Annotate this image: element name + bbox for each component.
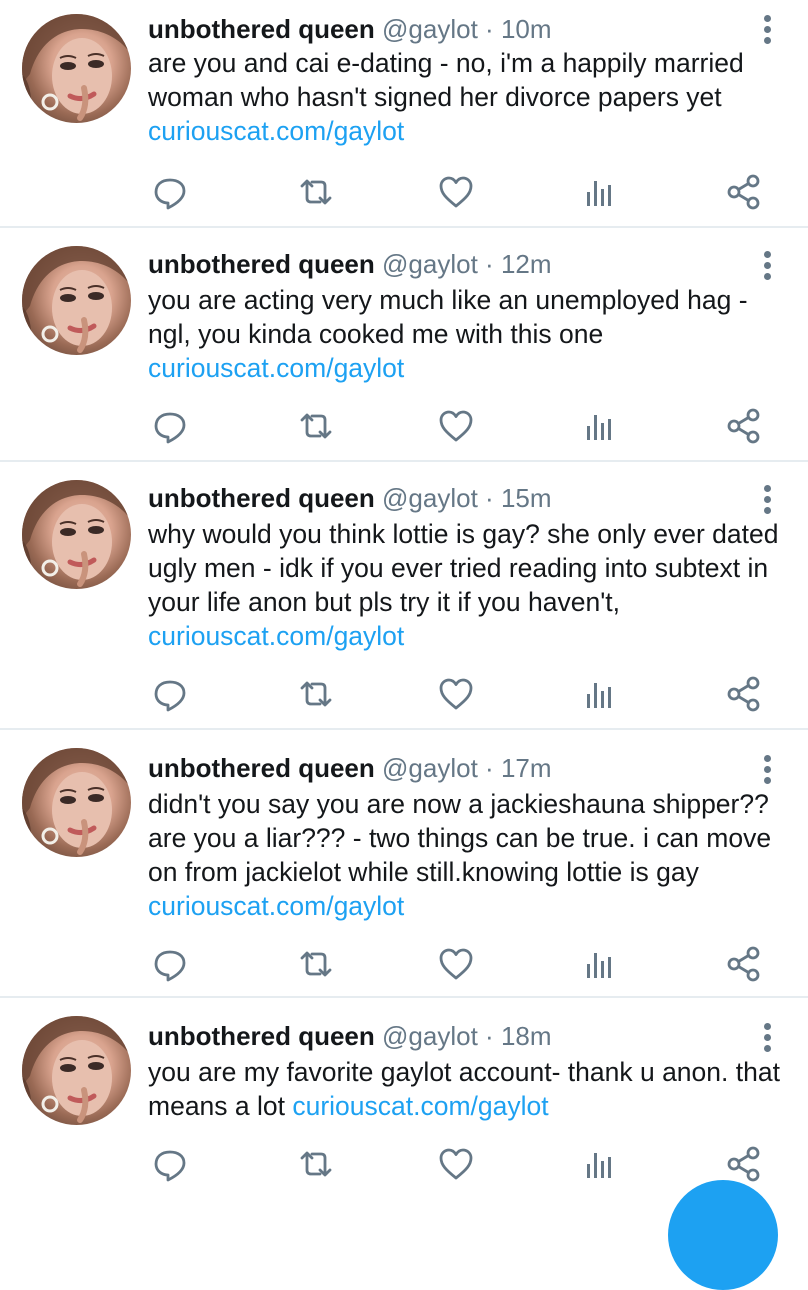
retweet-icon[interactable]: [296, 406, 336, 446]
tweet-body: why would you think lottie is gay? she o…: [148, 519, 779, 617]
analytics-icon[interactable]: [578, 1144, 618, 1184]
separator: ·: [485, 483, 494, 513]
tweet[interactable]: unbothered queen @gaylot · 18m you are m…: [0, 998, 808, 1200]
timestamp[interactable]: 17m: [501, 753, 552, 783]
tweet-link[interactable]: curiouscat.com/gaylot: [148, 353, 404, 383]
retweet-icon[interactable]: [296, 944, 336, 984]
more-vertical-icon[interactable]: [756, 752, 778, 788]
tweet[interactable]: unbothered queen @gaylot · 17m didn't yo…: [0, 730, 808, 998]
tweet-header: unbothered queen @gaylot · 12m: [148, 248, 552, 280]
more-vertical-icon[interactable]: [756, 12, 778, 48]
heart-icon[interactable]: [436, 172, 476, 212]
avatar[interactable]: [22, 14, 131, 123]
heart-icon[interactable]: [436, 944, 476, 984]
user-handle[interactable]: @gaylot: [382, 483, 478, 513]
user-handle[interactable]: @gaylot: [382, 1021, 478, 1051]
retweet-icon[interactable]: [296, 1144, 336, 1184]
tweet-header: unbothered queen @gaylot · 10m: [148, 13, 552, 45]
heart-icon[interactable]: [436, 1144, 476, 1184]
tweet-actions: [0, 406, 808, 446]
reply-icon[interactable]: [150, 1144, 190, 1184]
analytics-icon[interactable]: [578, 406, 618, 446]
tweet-link[interactable]: curiouscat.com/gaylot: [148, 116, 404, 146]
avatar[interactable]: [22, 246, 131, 355]
share-icon[interactable]: [724, 172, 764, 212]
tweet-text: didn't you say you are now a jackieshaun…: [148, 787, 788, 923]
tweet-body: you are acting very much like an unemplo…: [148, 285, 748, 349]
avatar[interactable]: [22, 748, 131, 857]
tweet-link[interactable]: curiouscat.com/gaylot: [292, 1091, 548, 1121]
tweet-actions: [0, 1144, 808, 1184]
separator: ·: [485, 14, 494, 44]
tweet-text: you are acting very much like an unemplo…: [148, 283, 788, 385]
analytics-icon[interactable]: [578, 172, 618, 212]
user-handle[interactable]: @gaylot: [382, 753, 478, 783]
tweet-link[interactable]: curiouscat.com/gaylot: [148, 891, 404, 921]
reply-icon[interactable]: [150, 172, 190, 212]
analytics-icon[interactable]: [578, 944, 618, 984]
display-name[interactable]: unbothered queen: [148, 753, 375, 783]
tweet-header: unbothered queen @gaylot · 17m: [148, 752, 552, 784]
share-icon[interactable]: [724, 406, 764, 446]
heart-icon[interactable]: [436, 674, 476, 714]
avatar[interactable]: [22, 480, 131, 589]
retweet-icon[interactable]: [296, 674, 336, 714]
separator: ·: [485, 1021, 494, 1051]
tweet-link[interactable]: curiouscat.com/gaylot: [148, 621, 404, 651]
timestamp[interactable]: 18m: [501, 1021, 552, 1051]
timestamp[interactable]: 10m: [501, 14, 552, 44]
more-vertical-icon[interactable]: [756, 482, 778, 518]
tweet-actions: [0, 172, 808, 212]
heart-icon[interactable]: [436, 406, 476, 446]
tweet-body: didn't you say you are now a jackieshaun…: [148, 789, 772, 887]
analytics-icon[interactable]: [578, 674, 618, 714]
share-icon[interactable]: [724, 944, 764, 984]
tweet-body: are you and cai e-dating - no, i'm a hap…: [148, 48, 744, 112]
reply-icon[interactable]: [150, 406, 190, 446]
display-name[interactable]: unbothered queen: [148, 483, 375, 513]
avatar[interactable]: [22, 1016, 131, 1125]
user-handle[interactable]: @gaylot: [382, 14, 478, 44]
display-name[interactable]: unbothered queen: [148, 249, 375, 279]
tweet[interactable]: unbothered queen @gaylot · 10m are you a…: [0, 0, 808, 228]
display-name[interactable]: unbothered queen: [148, 1021, 375, 1051]
reply-icon[interactable]: [150, 944, 190, 984]
timestamp[interactable]: 12m: [501, 249, 552, 279]
tweet-text: are you and cai e-dating - no, i'm a hap…: [148, 46, 788, 148]
separator: ·: [485, 753, 494, 783]
share-icon[interactable]: [724, 674, 764, 714]
retweet-icon[interactable]: [296, 172, 336, 212]
tweet-text: you are my favorite gaylot account- than…: [148, 1055, 788, 1123]
display-name[interactable]: unbothered queen: [148, 14, 375, 44]
tweet-header: unbothered queen @gaylot · 15m: [148, 482, 552, 514]
timestamp[interactable]: 15m: [501, 483, 552, 513]
tweet[interactable]: unbothered queen @gaylot · 15m why would…: [0, 462, 808, 730]
tweet-actions: [0, 944, 808, 984]
more-vertical-icon[interactable]: [756, 248, 778, 284]
tweet[interactable]: unbothered queen @gaylot · 12m you are a…: [0, 228, 808, 462]
user-handle[interactable]: @gaylot: [382, 249, 478, 279]
separator: ·: [485, 249, 494, 279]
more-vertical-icon[interactable]: [756, 1020, 778, 1056]
share-icon[interactable]: [724, 1144, 764, 1184]
compose-button[interactable]: [668, 1180, 778, 1290]
tweet-header: unbothered queen @gaylot · 18m: [148, 1020, 552, 1052]
tweet-text: why would you think lottie is gay? she o…: [148, 517, 788, 653]
reply-icon[interactable]: [150, 674, 190, 714]
tweet-actions: [0, 674, 808, 714]
